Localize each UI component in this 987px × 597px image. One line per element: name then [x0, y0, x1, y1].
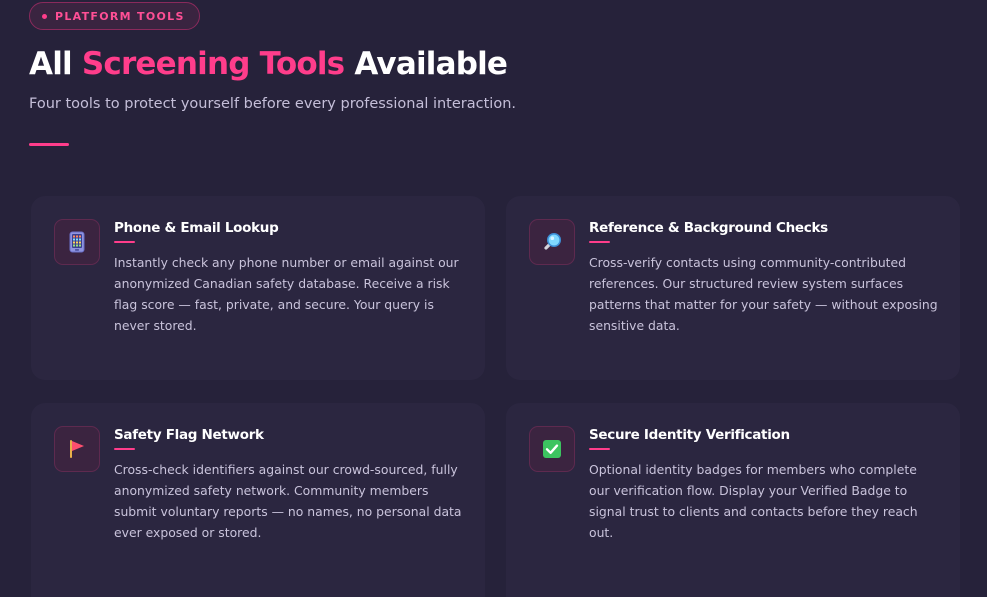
page-title: All Screening Tools Available [29, 46, 508, 82]
tool-title-rule [589, 448, 610, 450]
phone-icon [54, 219, 100, 265]
page-subtitle: Four tools to protect yourself before ev… [29, 96, 516, 112]
tool-title: Phone & Email Lookup [114, 220, 279, 236]
tool-title-rule [114, 448, 135, 450]
title-part-1: All [29, 46, 82, 82]
tool-title: Reference & Background Checks [589, 220, 828, 236]
screening-tools-section: PLATFORM TOOLS All Screening Tools Avail… [0, 0, 987, 597]
tool-title: Secure Identity Verification [589, 427, 790, 443]
badge-label: PLATFORM TOOLS [55, 9, 185, 23]
magnifier-icon [529, 219, 575, 265]
section-divider [29, 143, 69, 146]
tool-title-rule [114, 241, 135, 243]
tool-title-rule [589, 241, 610, 243]
badge-dot-icon [42, 13, 47, 19]
tool-title: Safety Flag Network [114, 427, 264, 443]
tool-description: Cross-check identifiers against our crow… [114, 462, 462, 540]
tool-card-phone-email-lookup: Phone & Email Lookup Instantly check any… [31, 196, 485, 380]
title-accent: Screening Tools [81, 46, 345, 82]
tool-description: Optional identity badges for members who… [589, 462, 918, 540]
title-part-2: Available [344, 46, 508, 82]
tool-card-safety-flag-network: Safety Flag Network Cross-check identifi… [31, 403, 485, 597]
tool-description: Cross-verify contacts using community-co… [589, 255, 938, 333]
checkbox-icon [529, 426, 575, 472]
tool-card-secure-identity-verification: Secure Identity Verification Optional id… [506, 403, 960, 597]
flag-icon [54, 426, 100, 472]
tool-description: Instantly check any phone number or emai… [114, 255, 459, 333]
platform-tools-badge: PLATFORM TOOLS [29, 2, 200, 30]
tool-card-reference-background-checks: Reference & Background Checks Cross-veri… [506, 196, 960, 380]
